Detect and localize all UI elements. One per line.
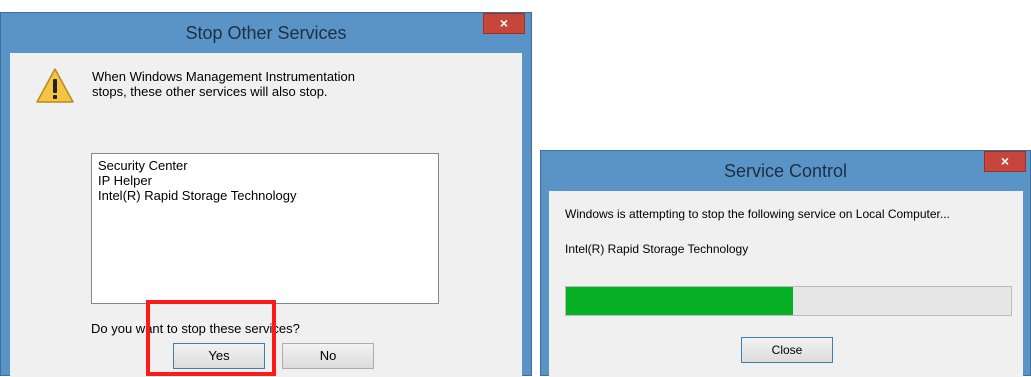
- close-icon: ×: [1000, 153, 1010, 169]
- warning-icon: [36, 68, 74, 103]
- list-item[interactable]: Security Center: [98, 158, 432, 173]
- dialog-title: Stop Other Services: [185, 23, 347, 43]
- close-button[interactable]: ×: [483, 13, 525, 34]
- close-icon: ×: [499, 15, 509, 31]
- dialog-body: Windows is attempting to stop the follow…: [549, 191, 1023, 377]
- progress-bar: [565, 286, 1012, 316]
- service-control-dialog: Service Control × Windows is attempting …: [540, 150, 1031, 377]
- service-name: Intel(R) Rapid Storage Technology: [565, 242, 749, 256]
- list-item[interactable]: Intel(R) Rapid Storage Technology: [98, 188, 432, 203]
- list-item[interactable]: IP Helper: [98, 173, 432, 188]
- no-button[interactable]: No: [282, 343, 374, 369]
- yes-button-highlight: [146, 300, 276, 376]
- close-dialog-button[interactable]: Close: [741, 337, 833, 363]
- close-button[interactable]: ×: [984, 151, 1026, 172]
- dialog-title: Service Control: [723, 161, 848, 181]
- service-control-message: Windows is attempting to stop the follow…: [565, 207, 950, 221]
- progress-fill: [566, 287, 793, 315]
- stop-message: When Windows Management Instrumentation …: [92, 69, 356, 99]
- services-list[interactable]: Security Center IP Helper Intel(R) Rapid…: [91, 153, 439, 304]
